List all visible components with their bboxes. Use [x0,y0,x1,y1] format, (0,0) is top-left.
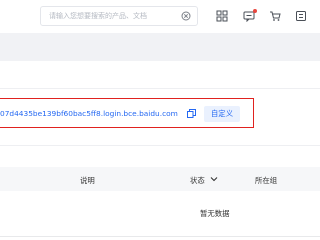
login-domain-panel: 07d4435be139bf60bac5ff8.login.bce.baidu.… [0,98,254,128]
divider [0,88,320,89]
column-group: 所在组 [255,176,278,185]
copy-icon[interactable] [187,109,196,118]
empty-state-text: 暂无数据 [200,209,230,218]
table-bottom-border [0,236,320,237]
top-bar: 请输入您想要搜索的产品、文档 [0,0,320,33]
search-box[interactable]: 请输入您想要搜索的产品、文档 [40,6,198,26]
customize-button[interactable]: 自定义 [204,106,240,122]
chevron-down-icon[interactable] [210,175,218,183]
table-header: 说明 状态 所在组 [0,167,320,191]
page-banner [0,33,320,61]
close-icon[interactable] [181,11,191,21]
billing-icon[interactable] [295,10,307,22]
cart-icon[interactable] [269,10,281,22]
column-status[interactable]: 状态 [190,175,205,186]
notification-dot [253,9,257,13]
column-description: 说明 [80,176,95,185]
search-input[interactable]: 请输入您想要搜索的产品、文档 [49,11,147,21]
divider [0,145,320,146]
login-domain-link[interactable]: 07d4435be139bf60bac5ff8.login.bce.baidu.… [0,109,178,118]
grid-apps-icon[interactable] [216,10,228,22]
